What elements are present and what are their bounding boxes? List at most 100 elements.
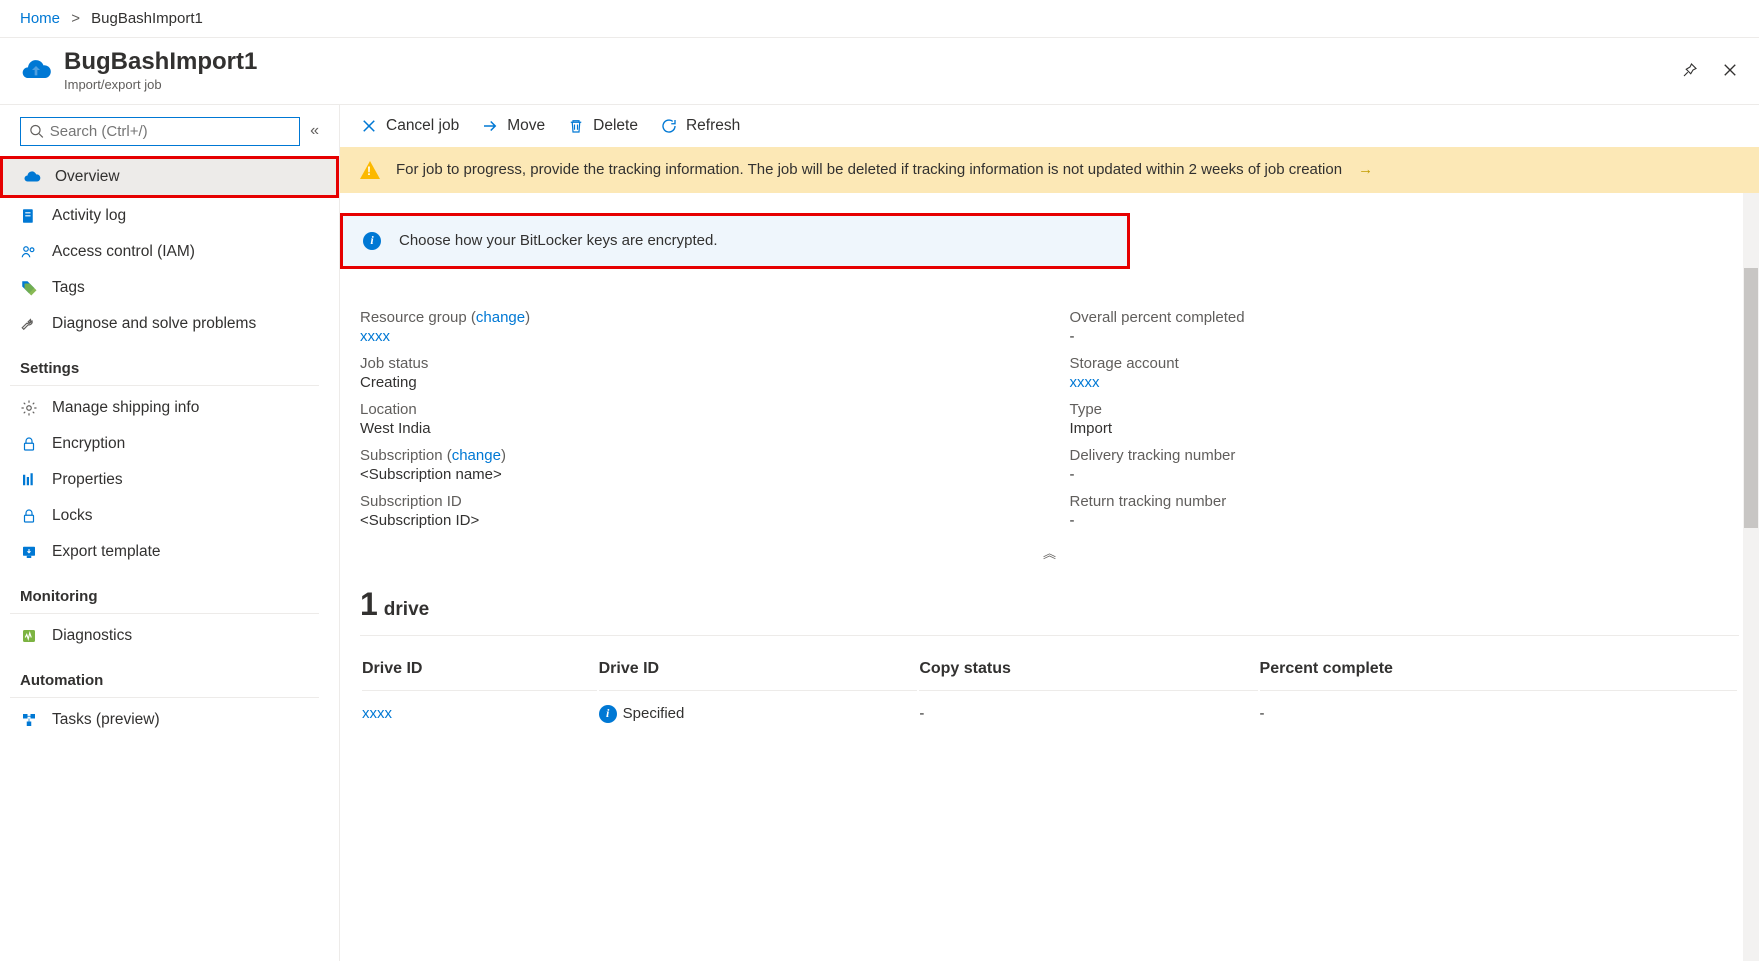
copy-status-value: - [919, 693, 1257, 731]
warning-icon [360, 161, 380, 179]
percent-completed-label: Overall percent completed [1070, 309, 1740, 326]
delivery-tracking-value: - [1070, 466, 1740, 483]
drive-table: Drive ID Drive ID Copy status Percent co… [360, 650, 1739, 733]
close-icon[interactable] [1721, 61, 1739, 79]
sidebar-item-properties[interactable]: Properties [0, 462, 339, 498]
subscription-label: Subscription (change) [360, 447, 1030, 464]
scrollbar-thumb[interactable] [1744, 268, 1758, 528]
properties-icon [20, 471, 38, 489]
table-header-row: Drive ID Drive ID Copy status Percent co… [362, 652, 1737, 691]
sidebar-item-shipping[interactable]: Manage shipping info [0, 390, 339, 426]
search-icon [29, 123, 44, 139]
sidebar-item-label: Export template [52, 543, 161, 561]
sidebar-item-label: Diagnose and solve problems [52, 315, 256, 333]
gear-icon [20, 399, 38, 417]
sidebar-item-tasks[interactable]: Tasks (preview) [0, 702, 339, 738]
drive-count-heading: 1drive [360, 586, 1739, 636]
type-label: Type [1070, 401, 1740, 418]
search-input[interactable] [50, 123, 291, 140]
toolbar-label: Delete [593, 117, 638, 135]
cloud-icon [23, 168, 41, 186]
cancel-icon [360, 117, 378, 135]
delete-button[interactable]: Delete [567, 117, 638, 135]
storage-account-value[interactable]: xxxx [1070, 374, 1740, 391]
page-title: BugBashImport1 [64, 48, 257, 77]
pin-icon[interactable] [1681, 61, 1699, 79]
warning-text: For job to progress, provide the trackin… [396, 161, 1342, 178]
breadcrumb-separator: > [71, 10, 80, 27]
arrow-right-icon: → [1358, 161, 1373, 178]
info-text: Choose how your BitLocker keys are encry… [399, 232, 718, 249]
tasks-icon [20, 711, 38, 729]
return-tracking-value: - [1070, 512, 1740, 529]
sidebar-item-label: Encryption [52, 435, 125, 453]
col-drive-id-2[interactable]: Drive ID [599, 652, 918, 691]
sidebar-item-label: Activity log [52, 207, 126, 225]
sidebar-item-tags[interactable]: Tags [0, 270, 339, 306]
refresh-icon [660, 117, 678, 135]
sidebar-item-label: Tasks (preview) [52, 711, 160, 729]
resource-group-label: Resource group (change) [360, 309, 1030, 326]
sidebar-item-label: Locks [52, 507, 93, 525]
export-icon [20, 543, 38, 561]
refresh-button[interactable]: Refresh [660, 117, 740, 135]
drive-id-value[interactable]: xxxx [362, 693, 597, 731]
storage-account-label: Storage account [1070, 355, 1740, 372]
arrow-right-icon [481, 117, 499, 135]
scrollbar[interactable] [1743, 193, 1759, 961]
sidebar-section-monitoring: Monitoring [10, 570, 319, 614]
warning-banner[interactable]: For job to progress, provide the trackin… [340, 147, 1759, 193]
breadcrumb-current: BugBashImport1 [91, 10, 203, 27]
lock-icon [20, 507, 38, 525]
return-tracking-label: Return tracking number [1070, 493, 1740, 510]
collapse-chevron-icon[interactable]: ︽ [340, 535, 1759, 566]
sidebar-item-label: Overview [55, 168, 120, 186]
toolbar-label: Cancel job [386, 117, 459, 135]
sidebar-item-overview[interactable]: Overview [0, 156, 339, 198]
cancel-job-button[interactable]: Cancel job [360, 117, 459, 135]
lock-icon [20, 435, 38, 453]
toolbar: Cancel job Move Delete Refresh [340, 105, 1759, 147]
breadcrumb: Home > BugBashImport1 [0, 0, 1759, 38]
sidebar-item-activity-log[interactable]: Activity log [0, 198, 339, 234]
toolbar-label: Refresh [686, 117, 740, 135]
table-row[interactable]: xxxx iSpecified - - [362, 693, 1737, 731]
sidebar-item-access-control[interactable]: Access control (IAM) [0, 234, 339, 270]
subscription-id-value: <Subscription ID> [360, 512, 1030, 529]
sidebar: « Overview Activity log Access control (… [0, 105, 340, 961]
info-banner[interactable]: i Choose how your BitLocker keys are enc… [340, 213, 1130, 269]
location-label: Location [360, 401, 1030, 418]
sidebar-item-encryption[interactable]: Encryption [0, 426, 339, 462]
drive-specified-value: iSpecified [599, 693, 918, 731]
diagnostics-icon [20, 627, 38, 645]
sidebar-collapse-icon[interactable]: « [310, 122, 319, 140]
main-content: Cancel job Move Delete Refresh For job t… [340, 105, 1759, 961]
toolbar-label: Move [507, 117, 545, 135]
subscription-id-label: Subscription ID [360, 493, 1030, 510]
sidebar-item-label: Access control (IAM) [52, 243, 195, 261]
sidebar-item-diagnostics[interactable]: Diagnostics [0, 618, 339, 654]
info-icon: i [599, 705, 617, 723]
sidebar-item-diagnose[interactable]: Diagnose and solve problems [0, 306, 339, 342]
col-percent-complete[interactable]: Percent complete [1260, 652, 1737, 691]
search-input-wrap[interactable] [20, 117, 300, 146]
sidebar-section-settings: Settings [10, 342, 319, 386]
col-drive-id[interactable]: Drive ID [362, 652, 597, 691]
sidebar-section-automation: Automation [10, 654, 319, 698]
col-copy-status[interactable]: Copy status [919, 652, 1257, 691]
delivery-tracking-label: Delivery tracking number [1070, 447, 1740, 464]
subscription-value: <Subscription name> [360, 466, 1030, 483]
percent-complete-value: - [1260, 693, 1737, 731]
details-grid: Resource group (change) xxxx Job status … [340, 289, 1759, 535]
sidebar-item-locks[interactable]: Locks [0, 498, 339, 534]
move-button[interactable]: Move [481, 117, 545, 135]
resource-group-value[interactable]: xxxx [360, 328, 1030, 345]
sidebar-item-label: Diagnostics [52, 627, 132, 645]
tags-icon [20, 279, 38, 297]
breadcrumb-home[interactable]: Home [20, 10, 60, 27]
log-icon [20, 207, 38, 225]
change-link[interactable]: change [452, 447, 501, 464]
sidebar-item-export-template[interactable]: Export template [0, 534, 339, 570]
sidebar-item-label: Tags [52, 279, 85, 297]
change-link[interactable]: change [476, 309, 525, 326]
